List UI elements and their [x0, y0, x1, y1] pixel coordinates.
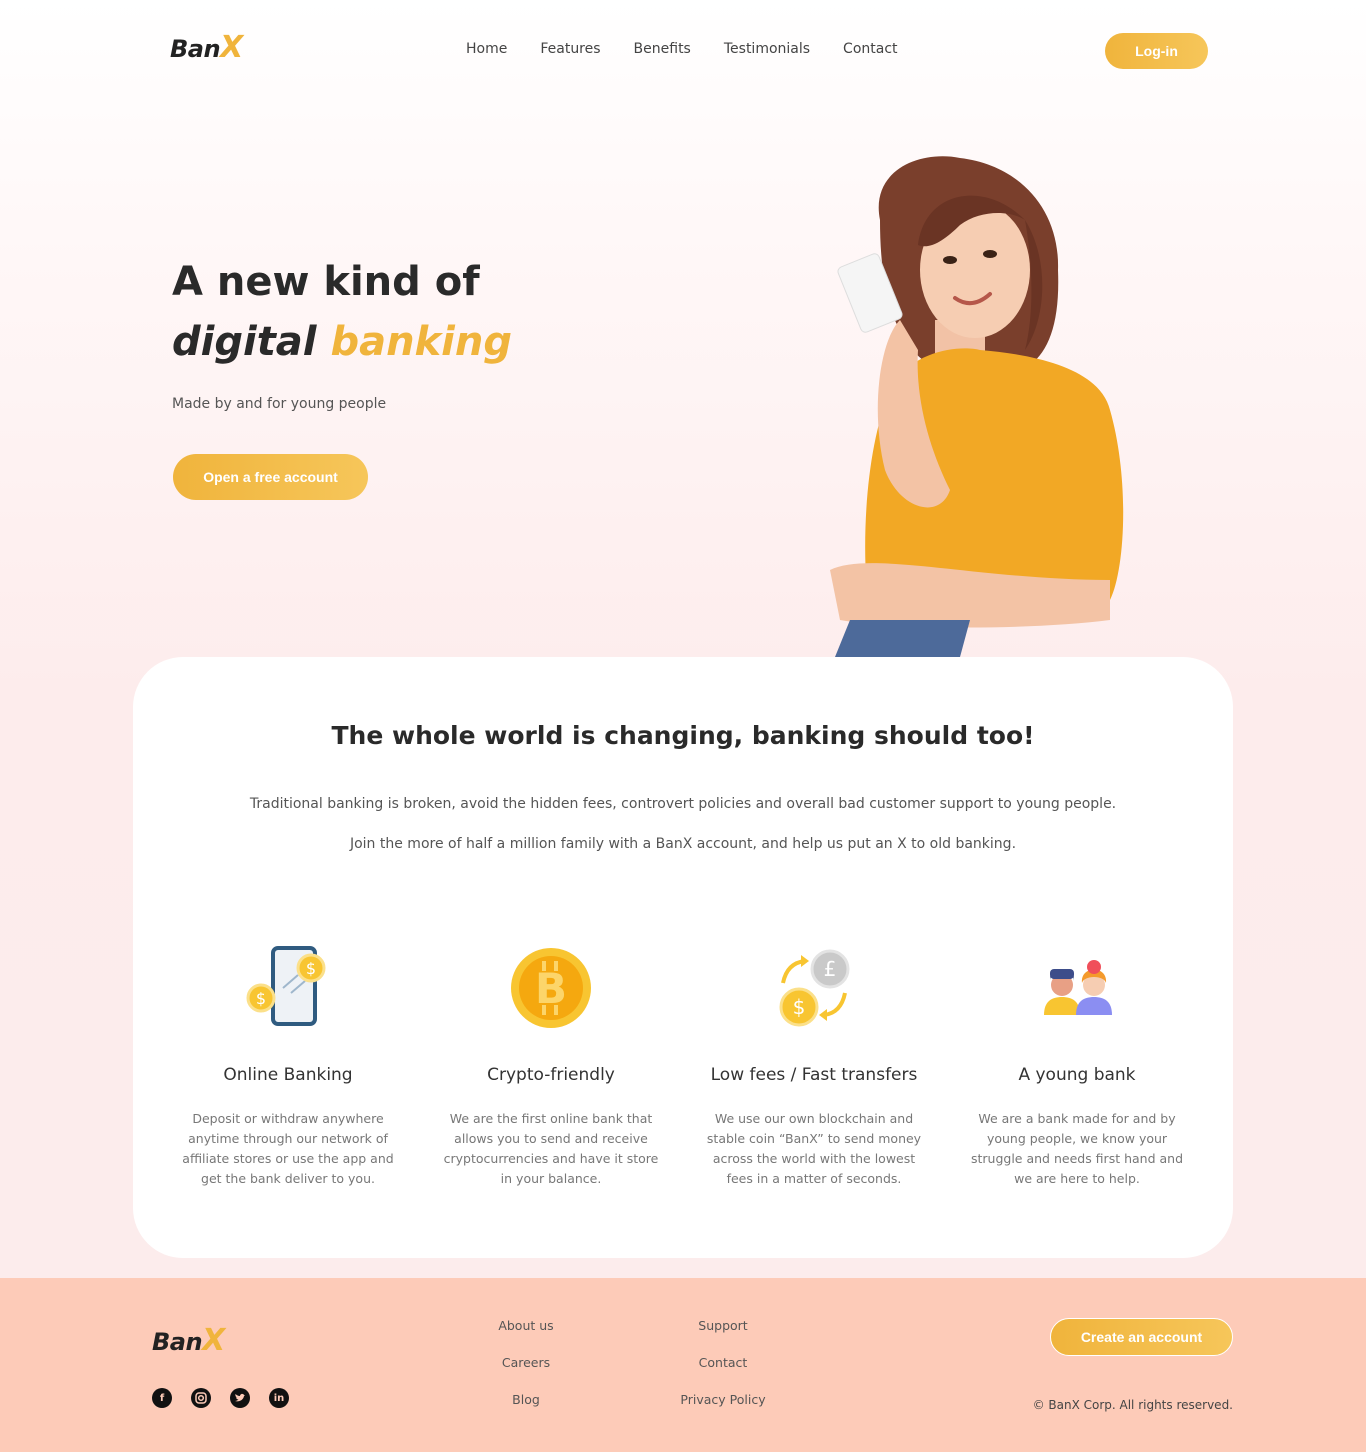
svg-text:$: $ [306, 959, 316, 978]
intro-paragraph-1: Traditional banking is broken, avoid the… [249, 796, 1117, 812]
instagram-icon[interactable] [191, 1388, 211, 1408]
hero-person-image [830, 156, 1124, 657]
footer-link-about[interactable]: About us [456, 1318, 596, 1334]
brand-logo[interactable]: BanX [170, 30, 243, 65]
nav-link-features[interactable]: Features [540, 41, 600, 57]
footer-link-contact[interactable]: Contact [653, 1355, 793, 1371]
feature-text: We are the first online bank that allows… [443, 1111, 659, 1186]
young-people-icon [1044, 960, 1112, 1015]
linkedin-icon[interactable]: in [269, 1388, 289, 1408]
nav-link-contact[interactable]: Contact [843, 41, 897, 57]
feature-title: Low fees / Fast transfers [710, 1065, 918, 1085]
nav-link-benefits[interactable]: Benefits [634, 41, 691, 57]
svg-text:$: $ [256, 989, 266, 1008]
feature-text: We use our own blockchain and stable coi… [706, 1111, 922, 1186]
create-account-button[interactable]: Create an account [1050, 1318, 1233, 1356]
feature-low-fees: £ $ Low fees / Fast transfers We use our… [699, 943, 929, 1189]
copyright-text: © BanX Corp. All rights reserved. [1032, 1398, 1233, 1412]
top-nav: BanX Home Features Benefits Testimonials… [0, 0, 1366, 100]
open-account-button[interactable]: Open a free account [173, 454, 368, 500]
feature-title: Crypto-friendly [487, 1065, 615, 1085]
page: BanX Home Features Benefits Testimonials… [0, 0, 1366, 1452]
intro-paragraph-2: Join the more of half a million family w… [349, 836, 1017, 852]
feature-text: Deposit or withdraw anywhere anytime thr… [182, 1111, 394, 1186]
feature-title: A young bank [1018, 1065, 1136, 1085]
phone-money-icon: $ $ [246, 946, 326, 1026]
intro-card: The whole world is changing, banking sho… [133, 657, 1233, 1258]
login-button[interactable]: Log-in [1105, 33, 1208, 69]
footer-column-1: About us Careers Blog [456, 1318, 596, 1429]
footer-link-careers[interactable]: Careers [456, 1355, 596, 1371]
nav-link-home[interactable]: Home [466, 41, 507, 57]
intro-heading: The whole world is changing, banking sho… [331, 721, 1035, 750]
feature-title: Online Banking [223, 1065, 353, 1085]
footer-brand-logo[interactable]: BanX [152, 1323, 225, 1358]
currency-exchange-icon: £ $ [779, 949, 850, 1027]
hero-title: A new kind of digital banking [172, 259, 512, 365]
footer-link-privacy[interactable]: Privacy Policy [653, 1392, 793, 1408]
svg-text:£: £ [824, 957, 837, 981]
svg-text:$: $ [793, 995, 806, 1019]
footer-column-2: Support Contact Privacy Policy [653, 1318, 793, 1429]
social-links: f in [152, 1388, 289, 1408]
footer-link-support[interactable]: Support [653, 1318, 793, 1334]
feature-online-banking: $ $ Online Banking Deposit or withdraw a… [173, 943, 403, 1189]
feature-young-bank: A young bank We are a bank made for and … [962, 943, 1192, 1189]
nav-link-testimonials[interactable]: Testimonials [724, 41, 810, 57]
feature-text: We are a bank made for and by young peop… [970, 1111, 1184, 1186]
twitter-icon[interactable] [230, 1388, 250, 1408]
feature-crypto-friendly: B Crypto-friendly We are the first onlin… [436, 943, 666, 1189]
facebook-icon[interactable]: f [152, 1388, 172, 1408]
svg-text:B: B [535, 964, 567, 1013]
footer-link-blog[interactable]: Blog [456, 1392, 596, 1408]
hero-subtitle: Made by and for young people [172, 396, 387, 412]
nav-links: Home Features Benefits Testimonials Cont… [466, 41, 931, 57]
bitcoin-icon: B [511, 948, 591, 1028]
footer: BanX f in About us Careers Blog Support … [0, 1278, 1366, 1452]
